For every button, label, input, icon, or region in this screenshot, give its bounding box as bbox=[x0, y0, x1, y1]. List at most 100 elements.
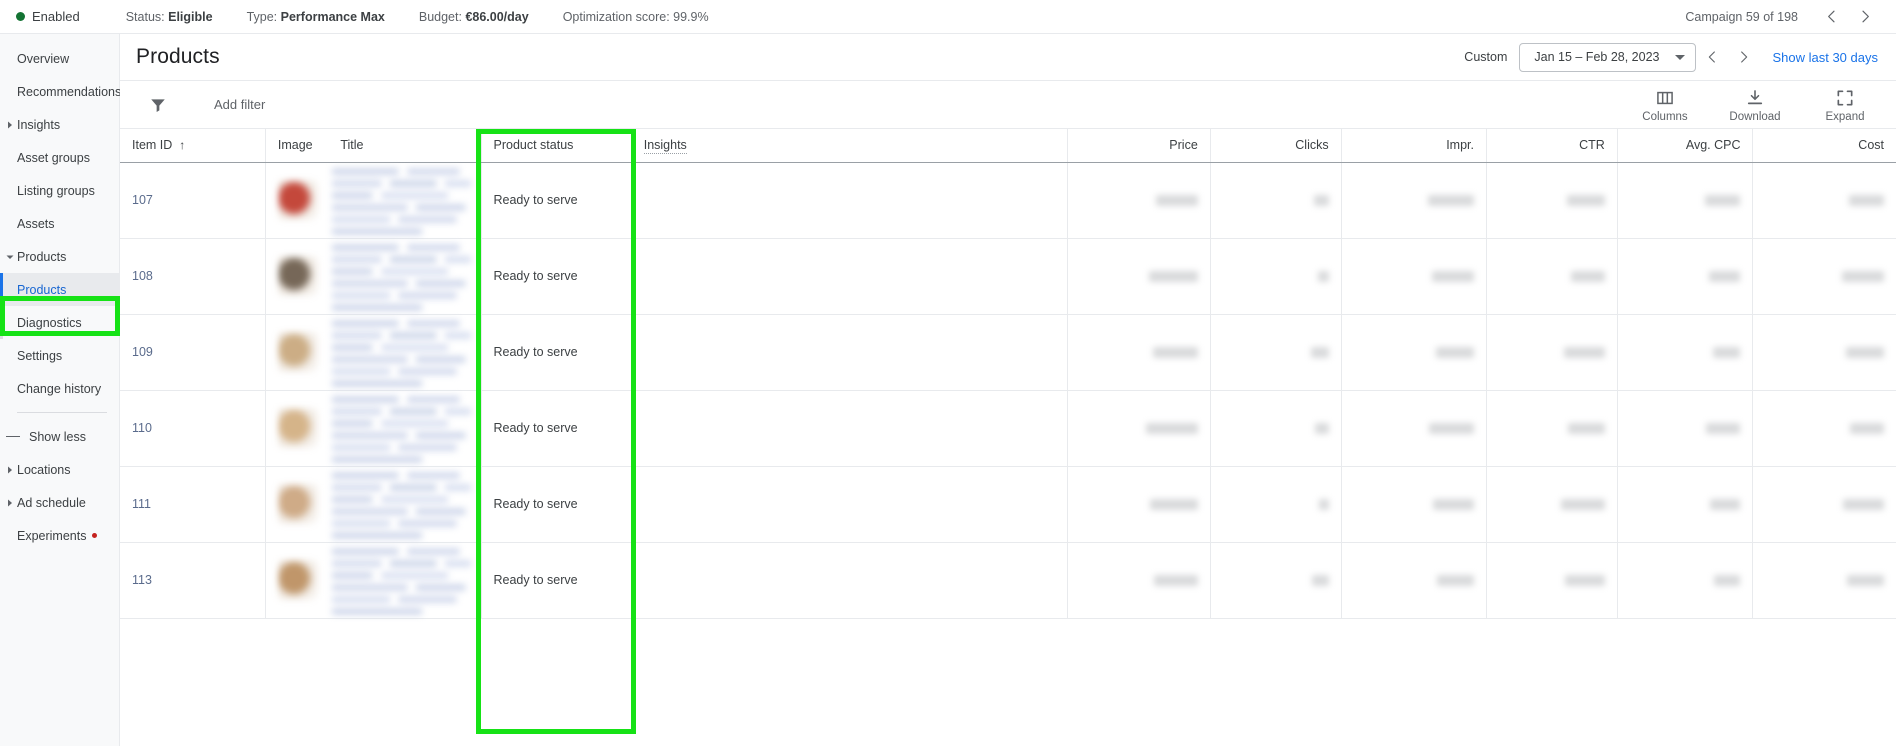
sidebar-item-label: Recommendations bbox=[17, 84, 122, 99]
sidebar-item-settings[interactable]: Settings bbox=[0, 339, 119, 372]
campaign-budget-field[interactable]: Budget: €86.00/day bbox=[419, 10, 529, 24]
cell-avg-cpc bbox=[1617, 466, 1754, 543]
product-title-redacted bbox=[332, 164, 477, 236]
clicks-value-redacted bbox=[1310, 347, 1329, 359]
product-thumbnail-redacted bbox=[277, 180, 318, 220]
campaign-topbar: Enabled Status: Eligible Type: Performan… bbox=[0, 0, 1896, 34]
cell-item-id[interactable]: 107 bbox=[120, 162, 266, 239]
sidebar-group-products[interactable]: Products bbox=[0, 240, 119, 273]
cell-insights bbox=[631, 390, 1068, 467]
cell-clicks bbox=[1210, 466, 1342, 543]
sidebar-item-insights[interactable]: Insights bbox=[0, 108, 119, 141]
cell-avg-cpc bbox=[1617, 238, 1754, 315]
column-header-product-status[interactable]: Product status bbox=[481, 129, 632, 163]
column-header-avg-cpc[interactable]: Avg. CPC bbox=[1617, 129, 1754, 163]
cell-product-title bbox=[328, 314, 482, 391]
sidebar-item-label: Diagnostics bbox=[17, 315, 82, 330]
column-header-impr[interactable]: Impr. bbox=[1341, 129, 1487, 163]
cell-product-image bbox=[265, 314, 329, 391]
column-header-cost[interactable]: Cost bbox=[1752, 129, 1896, 163]
cell-item-id[interactable]: 111 bbox=[120, 466, 266, 543]
column-header-clicks[interactable]: Clicks bbox=[1210, 129, 1342, 163]
product-status-value: Ready to serve bbox=[493, 421, 578, 435]
sidebar-item-assets[interactable]: Assets bbox=[0, 207, 119, 240]
ctr-value-redacted bbox=[1570, 271, 1605, 283]
table-row[interactable]: 110 Ready to serve bbox=[120, 390, 1896, 467]
campaign-budget-value: €86.00/day bbox=[465, 9, 529, 24]
table-row[interactable]: 111 Ready to serve bbox=[120, 466, 1896, 543]
cell-product-image bbox=[265, 466, 329, 543]
sidebar-item-diagnostics[interactable]: Diagnostics bbox=[0, 306, 119, 339]
cell-ctr bbox=[1486, 238, 1618, 315]
item-id-value: 113 bbox=[132, 573, 152, 587]
price-value-redacted bbox=[1152, 347, 1198, 359]
ctr-value-redacted bbox=[1564, 575, 1605, 587]
sidebar-item-listing-groups[interactable]: Listing groups bbox=[0, 174, 119, 207]
column-header-image[interactable]: Image bbox=[265, 129, 329, 163]
cell-item-id[interactable]: 110 bbox=[120, 390, 266, 467]
expand-button[interactable]: Expand bbox=[1812, 86, 1878, 123]
campaign-type-key: Type: bbox=[246, 9, 278, 24]
table-row[interactable]: 108 Ready to serve bbox=[120, 238, 1896, 315]
column-header-label: Avg. CPC bbox=[1685, 138, 1741, 153]
cell-ctr bbox=[1486, 542, 1618, 619]
table-row[interactable]: 113 Ready to serve bbox=[120, 542, 1896, 619]
cell-avg-cpc bbox=[1617, 162, 1754, 239]
page-header: Products Custom Jan 15 – Feb 28, 2023 Sh… bbox=[120, 34, 1896, 81]
cost-value-redacted bbox=[1849, 195, 1884, 207]
product-title-redacted bbox=[332, 544, 477, 616]
toolbar-actions: Columns Download Expand bbox=[1632, 86, 1878, 123]
campaign-prev-button[interactable] bbox=[1814, 0, 1848, 34]
column-header-label: Item ID bbox=[132, 138, 173, 153]
column-header-ctr[interactable]: CTR bbox=[1486, 129, 1618, 163]
sidebar-item-overview[interactable]: Overview bbox=[0, 42, 119, 75]
column-header-label: CTR bbox=[1579, 138, 1605, 153]
column-header-label: Clicks bbox=[1295, 138, 1329, 153]
download-icon bbox=[1747, 90, 1763, 105]
page-title: Products bbox=[136, 45, 220, 68]
optimization-score-field: Optimization score: 99.9% bbox=[563, 10, 709, 24]
sidebar-item-change-history[interactable]: Change history bbox=[0, 372, 119, 405]
sidebar-item-locations[interactable]: Locations bbox=[0, 453, 119, 486]
add-filter-button[interactable]: Add filter bbox=[214, 97, 265, 112]
sidebar-item-products[interactable]: Products bbox=[0, 273, 119, 306]
optimization-score-key: Optimization score: bbox=[562, 9, 670, 24]
table-row[interactable]: 107 Ready to serve bbox=[120, 162, 1896, 239]
column-header-insights[interactable]: Insights bbox=[631, 129, 1068, 163]
show-last-30-days-link[interactable]: Show last 30 days bbox=[1772, 50, 1878, 65]
cell-item-id[interactable]: 113 bbox=[120, 542, 266, 619]
download-button[interactable]: Download bbox=[1722, 86, 1788, 123]
product-title-redacted bbox=[332, 392, 477, 464]
column-header-item-id[interactable]: Item ID ↑ bbox=[120, 129, 266, 163]
column-header-title[interactable]: Title bbox=[328, 129, 482, 163]
sidebar-item-ad-schedule[interactable]: Ad schedule bbox=[0, 486, 119, 519]
cell-impr bbox=[1341, 390, 1487, 467]
sidebar-show-less-button[interactable]: Show less bbox=[0, 420, 119, 453]
cell-clicks bbox=[1210, 238, 1342, 315]
sidebar-item-experiments[interactable]: Experiments bbox=[0, 519, 119, 552]
price-value-redacted bbox=[1149, 499, 1198, 511]
table-row[interactable]: 109 Ready to serve bbox=[120, 314, 1896, 391]
date-prev-button[interactable] bbox=[1696, 41, 1728, 73]
clicks-value-redacted bbox=[1317, 271, 1329, 283]
cell-cost bbox=[1752, 162, 1896, 239]
date-next-button[interactable] bbox=[1728, 41, 1760, 73]
sidebar-item-label: Ad schedule bbox=[17, 495, 86, 510]
cell-cost bbox=[1752, 542, 1896, 619]
cell-item-id[interactable]: 109 bbox=[120, 314, 266, 391]
page-frame: Overview Recommendations Insights Asset … bbox=[0, 34, 1896, 746]
cell-product-title bbox=[328, 542, 482, 619]
column-header-label: Cost bbox=[1858, 138, 1884, 153]
campaign-next-button[interactable] bbox=[1848, 0, 1882, 34]
cell-impr bbox=[1341, 314, 1487, 391]
column-header-price[interactable]: Price bbox=[1067, 129, 1211, 163]
sidebar-item-asset-groups[interactable]: Asset groups bbox=[0, 141, 119, 174]
columns-button[interactable]: Columns bbox=[1632, 86, 1698, 123]
clicks-value-redacted bbox=[1314, 423, 1329, 435]
ctr-value-redacted bbox=[1567, 423, 1605, 435]
sidebar-item-label: Overview bbox=[17, 51, 70, 66]
cell-item-id[interactable]: 108 bbox=[120, 238, 266, 315]
sidebar-item-recommendations[interactable]: Recommendations bbox=[0, 75, 122, 108]
filter-button[interactable] bbox=[142, 89, 174, 121]
date-range-picker[interactable]: Jan 15 – Feb 28, 2023 bbox=[1519, 42, 1697, 72]
